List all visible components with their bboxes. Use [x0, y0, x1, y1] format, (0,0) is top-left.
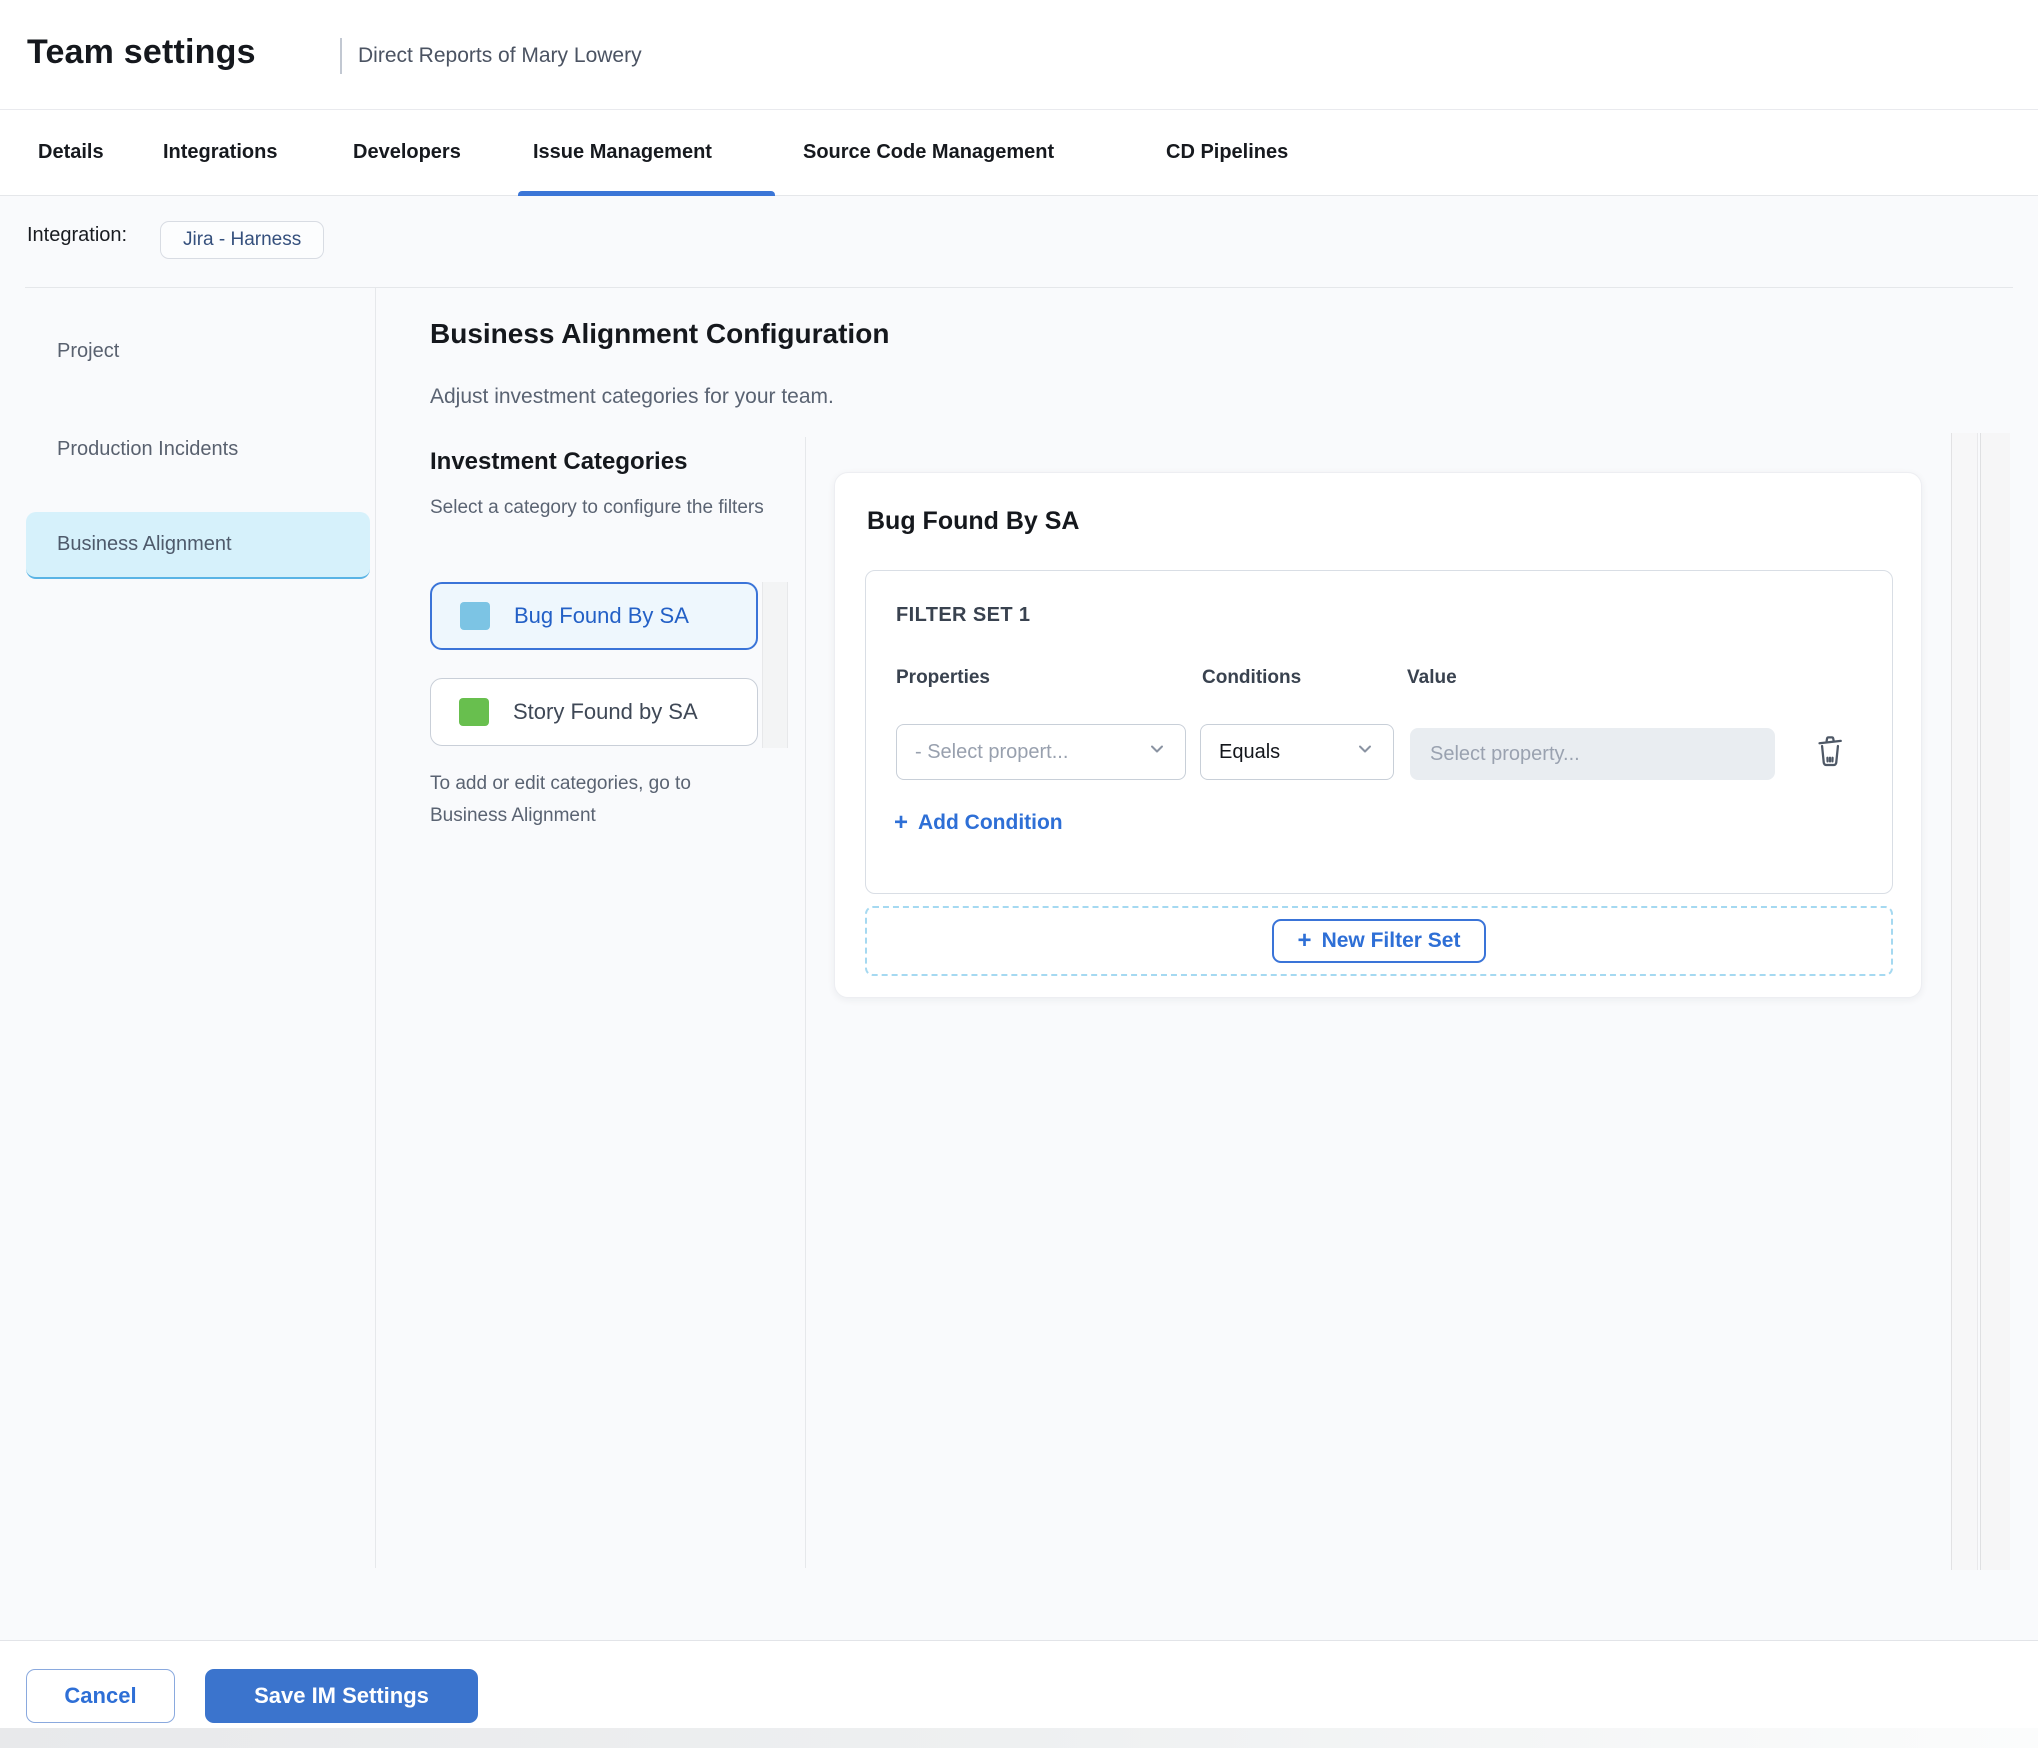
- add-condition-label: Add Condition: [918, 811, 1063, 834]
- section-title: Business Alignment Configuration: [430, 318, 890, 349]
- category-color-swatch: [459, 698, 489, 726]
- horizontal-divider: [25, 287, 2013, 288]
- property-select[interactable]: - Select propert...: [896, 724, 1186, 780]
- vertical-scrollbar-inner[interactable]: [1980, 433, 2010, 1570]
- plus-icon: +: [894, 809, 909, 836]
- save-im-settings-button[interactable]: Save IM Settings: [205, 1669, 478, 1723]
- value-input-placeholder: Select property...: [1430, 742, 1580, 765]
- sidebar-item-label: Business Alignment: [57, 533, 232, 555]
- footer-bar: Cancel Save IM Settings: [0, 1640, 2038, 1748]
- sidebar-divider: [375, 288, 376, 1568]
- trash-icon: [1813, 731, 1847, 772]
- category-color-swatch: [460, 602, 490, 630]
- filter-panel-card: Bug Found By SA FILTER SET 1 Properties …: [834, 472, 1922, 998]
- categories-divider: [805, 437, 806, 1568]
- tab-cd-pipelines[interactable]: CD Pipelines: [1166, 110, 1288, 195]
- active-tab-indicator: [518, 191, 775, 196]
- filter-set-box: FILTER SET 1 Properties Conditions Value…: [865, 570, 1893, 894]
- cancel-button[interactable]: Cancel: [26, 1669, 175, 1723]
- plus-icon: +: [1297, 927, 1312, 954]
- sidebar-item-project[interactable]: Project: [57, 340, 119, 363]
- tab-developers[interactable]: Developers: [353, 110, 461, 195]
- new-filter-set-button[interactable]: + New Filter Set: [1271, 919, 1487, 963]
- property-select-placeholder: - Select propert...: [915, 740, 1069, 763]
- conditions-column-label: Conditions: [1202, 667, 1302, 688]
- tab-bar: Details Integrations Developers Issue Ma…: [0, 110, 2038, 196]
- category-story-found-by-sa[interactable]: Story Found by SA: [430, 678, 758, 746]
- condition-select-value: Equals: [1219, 740, 1281, 763]
- section-subtitle: Adjust investment categories for your te…: [430, 385, 834, 408]
- tab-issue-management[interactable]: Issue Management: [533, 110, 712, 195]
- tab-source-code-management[interactable]: Source Code Management: [803, 110, 1054, 195]
- filter-panel-title: Bug Found By SA: [867, 507, 1080, 535]
- tab-details[interactable]: Details: [38, 110, 104, 195]
- add-condition-button[interactable]: + Add Condition: [894, 811, 1063, 835]
- page-header: Team settings Direct Reports of Mary Low…: [0, 0, 2038, 110]
- title-separator: [340, 38, 342, 74]
- categories-description: Select a category to configure the filte…: [430, 497, 764, 518]
- new-filter-set-label: New Filter Set: [1321, 929, 1461, 952]
- integration-label: Integration:: [27, 224, 128, 246]
- chevron-down-icon: [1147, 739, 1167, 765]
- filter-set-label: FILTER SET 1: [896, 604, 1031, 626]
- tab-integrations[interactable]: Integrations: [163, 110, 277, 195]
- categories-footnote: To add or edit categories, go to Busines…: [430, 773, 691, 826]
- condition-select[interactable]: Equals: [1200, 724, 1394, 780]
- page-title: Team settings: [27, 33, 256, 71]
- category-bug-found-by-sa[interactable]: Bug Found By SA: [430, 582, 758, 650]
- category-list-scrollbar[interactable]: [762, 582, 788, 748]
- properties-column-label: Properties: [896, 667, 990, 688]
- team-settings-page: Team settings Direct Reports of Mary Low…: [0, 0, 2038, 1748]
- category-label: Story Found by SA: [513, 699, 698, 724]
- footer-gradient: [0, 1728, 2038, 1748]
- categories-heading: Investment Categories: [430, 448, 688, 475]
- integration-chip[interactable]: Jira - Harness: [160, 221, 325, 259]
- value-input[interactable]: Select property...: [1410, 728, 1775, 780]
- page-subtitle: Direct Reports of Mary Lowery: [358, 44, 642, 67]
- vertical-scrollbar-outer[interactable]: [1951, 433, 1978, 1570]
- value-column-label: Value: [1407, 667, 1457, 688]
- delete-condition-button[interactable]: [1810, 729, 1850, 773]
- new-filter-set-dropzone: + New Filter Set: [865, 906, 1893, 976]
- category-label: Bug Found By SA: [514, 603, 689, 628]
- sidebar-item-business-alignment[interactable]: Business Alignment: [26, 512, 370, 579]
- sidebar-item-production-incidents[interactable]: Production Incidents: [57, 438, 238, 461]
- chevron-down-icon: [1355, 739, 1375, 765]
